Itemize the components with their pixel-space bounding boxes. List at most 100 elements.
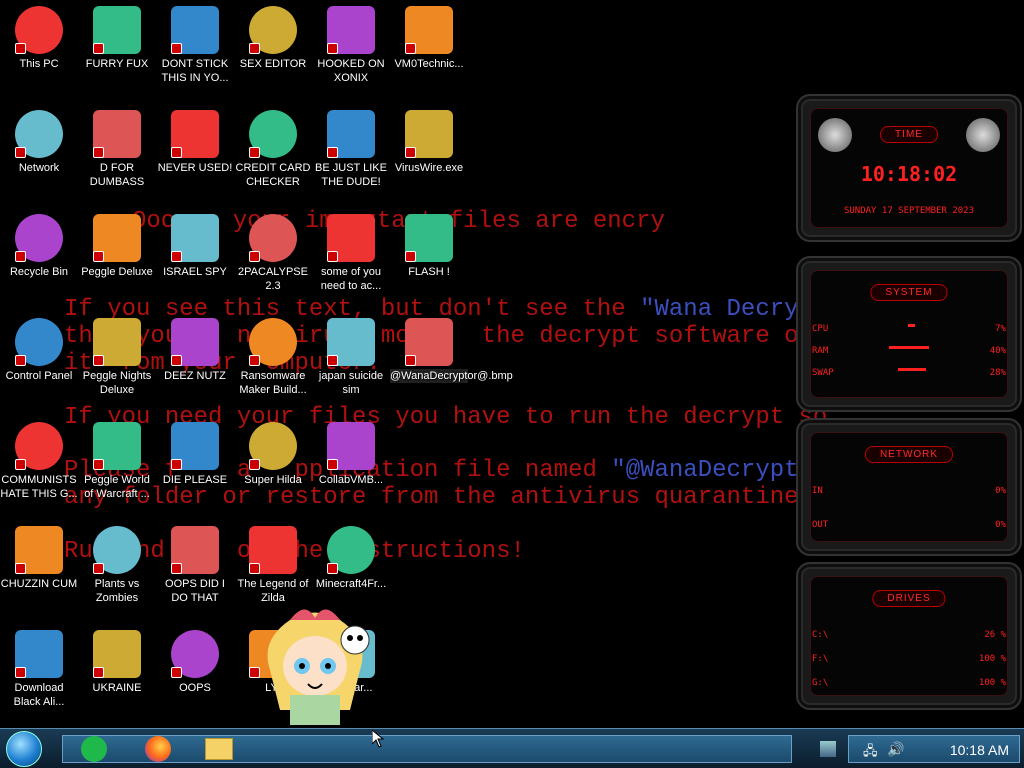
desktop-icon-label: @WanaDecryptor@.bmp <box>390 369 513 383</box>
desktop-icon[interactable]: CHUZZIN CUM <box>0 526 78 591</box>
desktop-icon[interactable]: FURRY FUX <box>78 6 156 71</box>
desktop-icon[interactable]: Minecraft4Fr... <box>312 526 390 591</box>
taskbar-clock[interactable]: 10:18 AM <box>950 742 1009 758</box>
shortcut-image-icon <box>93 422 141 470</box>
desktop-icon[interactable]: 2PACALYPSE 2.3 <box>234 214 312 293</box>
start-button[interactable] <box>6 731 42 767</box>
alien-head-icon-left <box>818 118 852 152</box>
desktop-icon[interactable]: DONT STICK THIS IN YO... <box>156 6 234 85</box>
desktop-icon-label: Download Black Ali... <box>13 682 65 708</box>
ram-label: RAM <box>812 346 829 356</box>
shortcut-image-icon <box>171 630 219 678</box>
desktop-icon-label: CollabVMB... <box>318 474 384 486</box>
desktop-icon[interactable]: japan suicide sim <box>312 318 390 397</box>
encrypted-overlay-icon <box>93 459 104 470</box>
shortcut-image-icon <box>93 526 141 574</box>
desktop-icon[interactable]: Download Black Ali... <box>0 630 78 709</box>
encrypted-overlay-icon <box>15 563 26 574</box>
desktop-icon-label: Minecraft4Fr... <box>315 578 387 590</box>
encrypted-overlay-icon <box>327 563 338 574</box>
desktop-icon[interactable]: Recycle Bin <box>0 214 78 279</box>
cpu-bar <box>908 324 916 327</box>
shortcut-image-icon <box>93 318 141 366</box>
desktop-icon[interactable]: UKRAINE <box>78 630 156 695</box>
desktop-icon[interactable]: CREDIT CARD CHECKER <box>234 110 312 189</box>
desktop-icon[interactable]: OOPS DID I DO THAT <box>156 526 234 605</box>
show-desktop-icon[interactable] <box>820 741 836 757</box>
shortcut-image-icon <box>171 110 219 158</box>
system-tray: 🖧 🔊 10:18 AM <box>848 735 1020 763</box>
shortcut-image-icon <box>171 214 219 262</box>
desktop-icon[interactable]: COMMUNISTS HATE THIS G... <box>0 422 78 501</box>
desktop-icon[interactable]: ISRAEL SPY <box>156 214 234 279</box>
shortcut-image-icon <box>93 6 141 54</box>
desktop-icon[interactable]: HOOKED ON XONIX <box>312 6 390 85</box>
desktop-icon-label: Super Hilda <box>244 474 302 486</box>
desktop-icon[interactable]: D FOR DUMBASS <box>78 110 156 189</box>
encrypted-overlay-icon <box>15 667 26 678</box>
encrypted-overlay-icon <box>93 147 104 158</box>
volume-icon[interactable]: 🔊 <box>887 741 904 758</box>
desktop-icon[interactable]: Plants vs Zombies <box>78 526 156 605</box>
desktop-icon-label: CREDIT CARD CHECKER <box>235 162 311 188</box>
desktop-icon[interactable]: This PC <box>0 6 78 71</box>
shortcut-image-icon <box>327 6 375 54</box>
desktop-icon-label: FLASH ! <box>408 266 450 278</box>
desktop-icon[interactable]: BE JUST LIKE THE DUDE! <box>312 110 390 189</box>
desktop-icon[interactable]: VirusWire.exe <box>390 110 468 175</box>
shortcut-image-icon <box>405 6 453 54</box>
drives-gadget[interactable]: DRIVES C:\ 26 % F:\ 100 % G:\ 100 % <box>796 562 1022 710</box>
desktop-icon[interactable]: Super Hilda <box>234 422 312 487</box>
desktop-icon[interactable]: Peggle Nights Deluxe <box>78 318 156 397</box>
desktop-icon[interactable]: Peggle World of Warcraft ... <box>78 422 156 501</box>
desktop-icon[interactable]: The Legend of Zilda <box>234 526 312 605</box>
desktop-icon[interactable]: DIE PLEASE <box>156 422 234 487</box>
wallpaper-line-2b: "Wana Decryp <box>640 296 813 323</box>
desktop-icon[interactable]: OOPS <box>156 630 234 695</box>
system-gadget[interactable]: SYSTEM CPU 7% RAM 40% SWAP 28% <box>796 256 1022 412</box>
time-gadget[interactable]: TIME 10:18:02 SUNDAY 17 SEPTEMBER 2023 <box>796 94 1022 242</box>
net-out-label: OUT <box>812 520 829 530</box>
shortcut-image-icon <box>405 214 453 262</box>
network-tray-icon[interactable]: 🖧 <box>863 742 878 764</box>
encrypted-overlay-icon <box>93 667 104 678</box>
desktop-icon-label: Network <box>18 162 60 174</box>
desktop-icon[interactable]: NEVER USED! <box>156 110 234 175</box>
desktop-icon-label: Control Panel <box>5 370 73 382</box>
desktop-icon[interactable]: Ransomware Maker Build... <box>234 318 312 397</box>
desktop-icon[interactable]: Network <box>0 110 78 175</box>
shortcut-image-icon <box>15 526 63 574</box>
encrypted-overlay-icon <box>171 251 182 262</box>
drive-c-label: C:\ <box>812 630 829 640</box>
desktop-icon[interactable]: Control Panel <box>0 318 78 383</box>
shortcut-image-icon <box>171 526 219 574</box>
shortcut-image-icon <box>249 318 297 366</box>
encrypted-overlay-icon <box>15 459 26 470</box>
desktop-icon[interactable]: some of you need to ac... <box>312 214 390 293</box>
firefox-icon[interactable] <box>143 734 175 766</box>
ram-value: 40% <box>989 346 1006 356</box>
encrypted-overlay-icon <box>249 251 260 262</box>
encrypted-overlay-icon <box>171 355 182 366</box>
desktop-icon[interactable]: FLASH ! <box>390 214 468 279</box>
desktop-icon[interactable]: @WanaDecryptor@.bmp <box>390 318 513 383</box>
green-app-icon[interactable] <box>79 734 111 766</box>
desktop-icon-label: NEVER USED! <box>157 162 233 174</box>
network-gadget[interactable]: NETWORK IN 0% OUT 0% <box>796 418 1022 556</box>
desktop-icon[interactable]: Peggle Deluxe <box>78 214 156 279</box>
desktop-icon-label: Recycle Bin <box>9 266 69 278</box>
file-explorer-icon[interactable] <box>203 734 235 766</box>
shortcut-image-icon <box>327 422 375 470</box>
encrypted-overlay-icon <box>327 251 338 262</box>
desktop-icon[interactable]: VM0Technic... <box>390 6 468 71</box>
shortcut-image-icon <box>327 318 375 366</box>
desktop-icon-label: Peggle Deluxe <box>81 266 153 278</box>
ram-bar <box>889 346 929 349</box>
desktop-icon[interactable]: SEX EDITOR <box>234 6 312 71</box>
shortcut-image-icon <box>327 526 375 574</box>
desktop-icon[interactable]: CollabVMB... <box>312 422 390 487</box>
taskbar: 🖧 🔊 10:18 AM <box>0 728 1024 768</box>
desktop-icon-label: HOOKED ON XONIX <box>317 58 385 84</box>
desktop-icon-label: ISRAEL SPY <box>163 266 227 278</box>
desktop-icon[interactable]: DEEZ NUTZ <box>156 318 234 383</box>
